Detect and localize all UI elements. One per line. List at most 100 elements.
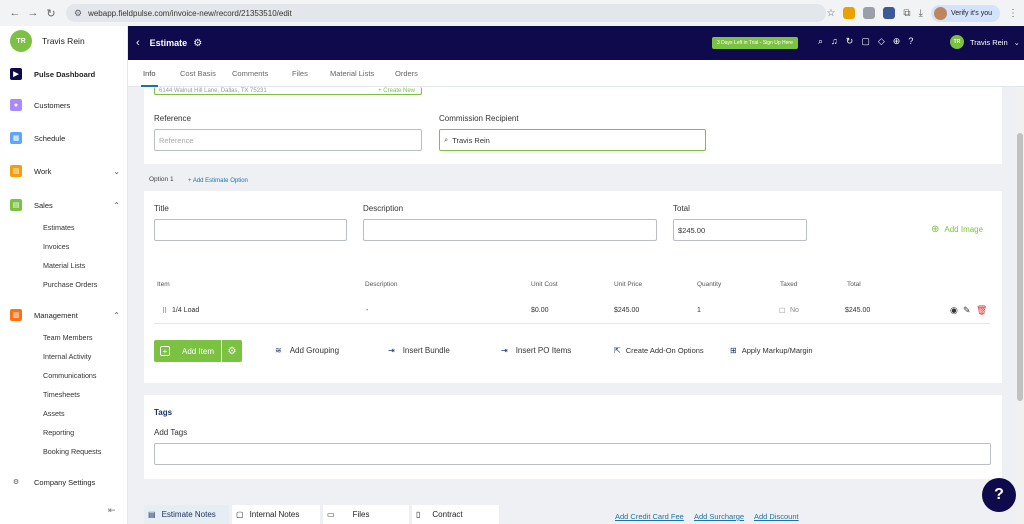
tab-comments[interactable]: Comments xyxy=(232,69,268,78)
sidebar-item-company-settings[interactable]: ⚙ Company Settings xyxy=(10,476,120,488)
sidebar-item-label: Sales xyxy=(34,200,53,210)
create-addon-label: Create Add-On Options xyxy=(625,346,704,355)
column-header-description: Description xyxy=(365,281,398,288)
site-settings-icon[interactable]: ⚙ xyxy=(74,8,82,19)
record-tabs: Info Cost Basis Comments Files Material … xyxy=(128,60,1024,87)
add-grouping-button[interactable]: ≋ Add Grouping xyxy=(275,346,339,355)
help-circle-icon[interactable]: ? xyxy=(908,36,913,47)
tab-info[interactable]: Info xyxy=(141,69,157,87)
apply-markup-button[interactable]: ⊞ Apply Markup/Margin xyxy=(730,346,813,355)
title-input[interactable] xyxy=(154,219,347,241)
address-field[interactable]: 6144 Walnut Hill Lane, Dallas, TX 75231 … xyxy=(154,87,422,95)
add-surcharge-link[interactable]: Add Surcharge xyxy=(694,512,744,521)
create-addon-options-button[interactable]: ⇱ Create Add-On Options xyxy=(614,346,704,355)
sidebar-item-dashboard[interactable]: ▶ Pulse Dashboard xyxy=(10,68,120,80)
tab-estimate-notes[interactable]: ▤ Estimate Notes xyxy=(144,505,229,524)
add-discount-link[interactable]: Add Discount xyxy=(754,512,799,521)
layers-icon: ≋ xyxy=(275,346,282,355)
forward-arrow-icon[interactable]: → xyxy=(24,4,42,22)
sidebar-item-label: Pulse Dashboard xyxy=(34,69,96,79)
add-estimate-option-link[interactable]: + Add Estimate Option xyxy=(188,178,248,184)
back-chevron-icon[interactable]: ‹ xyxy=(136,37,140,49)
tab-contract[interactable]: ▯ Contract xyxy=(412,505,499,524)
tags-input[interactable] xyxy=(154,443,991,465)
download-icon[interactable]: ⤓ xyxy=(919,8,923,19)
search-icon[interactable]: ⌕ xyxy=(818,36,823,47)
edit-icon[interactable]: ✎ xyxy=(963,305,971,316)
sidebar-subitem-internal-activity[interactable]: Internal Activity xyxy=(43,352,91,361)
extension-icon[interactable] xyxy=(843,7,856,19)
create-new-link[interactable]: + Create New xyxy=(378,88,415,94)
sidebar-subitem-invoices[interactable]: Invoices xyxy=(43,242,69,251)
option-tab-1[interactable]: Option 1 xyxy=(149,176,174,183)
drag-handle-icon[interactable]: ⠿ xyxy=(162,307,167,315)
total-input[interactable]: $245.00 xyxy=(673,219,807,241)
insert-po-items-button[interactable]: ⇥ Insert PO Items xyxy=(501,346,571,355)
add-tags-label: Add Tags xyxy=(154,428,188,437)
profile-chip[interactable]: Verify it's you xyxy=(930,4,1000,22)
chevron-up-icon[interactable]: ⌃ xyxy=(113,201,120,210)
collapse-sidebar-icon[interactable]: ⇤ xyxy=(108,505,116,516)
calendar-extension-icon[interactable] xyxy=(883,7,896,19)
add-item-button[interactable]: + Add Item xyxy=(154,340,221,362)
row-divider xyxy=(154,323,990,324)
tab-material-lists[interactable]: Material Lists xyxy=(330,69,374,78)
sidebar-item-sales[interactable]: ▤ Sales ⌃ xyxy=(10,199,120,211)
trial-badge[interactable]: 3 Days Left in Trial - Sign Up Here xyxy=(712,37,798,49)
item-name-cell[interactable]: 1/4 Load xyxy=(172,307,199,314)
bell-icon[interactable]: ♫ xyxy=(831,36,838,47)
tab-files-bottom[interactable]: ▭ Files xyxy=(323,505,409,524)
camera-extension-icon[interactable] xyxy=(863,7,876,19)
management-icon: ▥ xyxy=(10,309,22,321)
sidebar-subitem-purchase-orders[interactable]: Purchase Orders xyxy=(43,280,97,289)
total-label: Total xyxy=(673,204,690,213)
sidebar-user[interactable]: TR Travis Rein xyxy=(0,26,127,56)
tab-orders[interactable]: Orders xyxy=(395,69,418,78)
sidebar-item-schedule[interactable]: ▦ Schedule xyxy=(10,132,120,144)
item-settings-gear-icon[interactable]: ⚙ xyxy=(222,340,242,362)
tag-icon[interactable]: ◇ xyxy=(878,36,885,47)
sidebar-item-customers[interactable]: ● Customers xyxy=(10,99,120,111)
commission-recipient-input[interactable]: ⌕ Travis Rein xyxy=(439,129,706,151)
tab-internal-notes[interactable]: ▢ Internal Notes xyxy=(232,505,320,524)
note-icon[interactable]: ▢ xyxy=(861,36,870,47)
column-header-unit-cost: Unit Cost xyxy=(531,281,558,288)
sidebar-subitem-estimates[interactable]: Estimates xyxy=(43,223,75,232)
eye-icon[interactable]: ◉ xyxy=(950,305,958,316)
bookmark-star-icon[interactable]: ☆ xyxy=(826,8,835,19)
sidebar-subitem-communications[interactable]: Communications xyxy=(43,371,97,380)
reload-icon[interactable]: ↻ xyxy=(42,4,60,22)
tab-cost-basis[interactable]: Cost Basis xyxy=(180,69,216,78)
chevron-down-icon[interactable]: ⌄ xyxy=(113,167,120,176)
sidebar-item-management[interactable]: ▥ Management ⌃ xyxy=(10,309,120,321)
sidebar-subitem-assets[interactable]: Assets xyxy=(43,409,65,418)
reference-input[interactable]: Reference xyxy=(154,129,422,151)
gear-icon[interactable]: ⚙ xyxy=(193,38,202,49)
sidebar-subitem-reporting[interactable]: Reporting xyxy=(43,428,74,437)
add-credit-card-fee-link[interactable]: Add Credit Card Fee xyxy=(615,512,684,521)
add-image-button[interactable]: ⊕ Add Image xyxy=(931,224,983,235)
trash-icon[interactable]: 🗑 xyxy=(976,305,987,316)
refresh-icon[interactable]: ↻ xyxy=(846,36,854,47)
puzzle-icon[interactable]: ⧉ xyxy=(903,8,910,19)
insert-bundle-button[interactable]: ⇥ Insert Bundle xyxy=(388,346,450,355)
description-input[interactable] xyxy=(363,219,657,241)
tab-files[interactable]: Files xyxy=(292,69,308,78)
header-user-menu[interactable]: TR Travis Rein ⌄ xyxy=(950,35,1020,49)
sidebar-subitem-timesheets[interactable]: Timesheets xyxy=(43,390,80,399)
chevron-up-icon[interactable]: ⌃ xyxy=(113,311,120,320)
kebab-menu-icon[interactable]: ⋮ xyxy=(1008,8,1018,19)
page-scrollbar[interactable] xyxy=(1016,87,1024,524)
address-bar[interactable]: ⚙ webapp.fieldpulse.com/invoice-new/reco… xyxy=(66,4,826,22)
taxed-checkbox[interactable]: ☐ xyxy=(779,307,785,315)
help-question-icon[interactable]: ? xyxy=(982,478,1016,512)
notes-icon: ▤ xyxy=(148,510,156,519)
sidebar-item-work[interactable]: ▤ Work ⌄ xyxy=(10,165,120,177)
sidebar-subitem-material-lists[interactable]: Material Lists xyxy=(43,261,85,270)
sidebar-subitem-booking-requests[interactable]: Booking Requests xyxy=(43,447,101,456)
sidebar-subitem-team-members[interactable]: Team Members xyxy=(43,333,93,342)
reference-label: Reference xyxy=(154,114,191,123)
scrollbar-thumb[interactable] xyxy=(1017,133,1023,401)
add-circle-icon[interactable]: ⊕ xyxy=(893,36,901,47)
back-arrow-icon[interactable]: ← xyxy=(6,4,24,22)
